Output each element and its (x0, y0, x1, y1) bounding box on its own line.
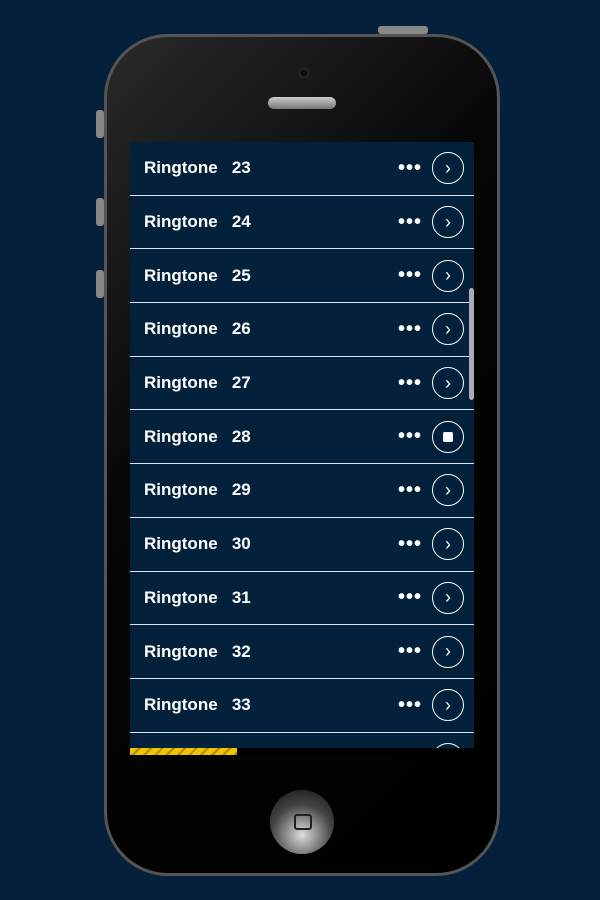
list-item[interactable]: ••• › (130, 732, 474, 748)
more-options-icon[interactable]: ••• (398, 586, 422, 609)
ringtone-name: Ringtone 24 (144, 212, 251, 232)
stop-icon (443, 431, 453, 442)
more-options-icon[interactable]: ••• (398, 264, 422, 287)
list-item[interactable]: Ringtone 29 ••• › (130, 464, 474, 518)
ringtone-name: Ringtone 27 (144, 373, 251, 393)
ringtone-name: Ringtone 33 (144, 695, 251, 715)
playback-progress (130, 748, 474, 755)
ringtone-name: Ringtone 28 (144, 426, 251, 446)
speaker (268, 97, 336, 109)
list-item[interactable]: Ringtone 33 ••• › (130, 678, 474, 733)
play-button[interactable]: › (432, 206, 464, 239)
chevron-right-icon: › (445, 641, 451, 662)
more-options-icon[interactable]: ••• (398, 318, 422, 341)
play-button[interactable]: › (432, 313, 464, 346)
chevron-right-icon: › (445, 372, 451, 393)
ringtone-name: Ringtone 26 (144, 319, 251, 339)
progress-fill (130, 748, 237, 755)
list-item[interactable]: Ringtone 31 ••• › (130, 571, 474, 626)
ringtone-name: Ringtone 31 (144, 587, 251, 607)
more-options-icon[interactable]: ••• (398, 640, 422, 663)
list-item[interactable]: Ringtone 32 ••• › (130, 625, 474, 679)
ringtone-name: Ringtone 29 (144, 480, 251, 500)
ringtone-name: Ringtone 25 (144, 265, 251, 285)
list-item[interactable]: Ringtone 28 ••• (130, 410, 474, 465)
more-options-icon[interactable]: ••• (398, 372, 422, 395)
mute-switch (96, 110, 104, 138)
volume-up-button (96, 198, 104, 226)
scrollbar[interactable] (469, 288, 474, 400)
list-item[interactable]: Ringtone 26 ••• › (130, 303, 474, 357)
more-options-icon[interactable]: ••• (398, 211, 422, 234)
chevron-right-icon: › (445, 533, 451, 554)
play-button[interactable]: › (432, 367, 464, 400)
play-button[interactable]: › (432, 152, 464, 185)
ringtone-name: Ringtone 30 (144, 534, 251, 554)
chevron-right-icon: › (445, 211, 451, 232)
chevron-right-icon: › (445, 265, 451, 286)
chevron-right-icon: › (445, 157, 451, 178)
more-options-icon[interactable]: ••• (398, 533, 422, 556)
chevron-right-icon: › (445, 479, 451, 500)
list-item[interactable]: Ringtone 24 ••• › (130, 195, 474, 250)
ringtone-name: Ringtone 32 (144, 641, 251, 661)
volume-down-button (96, 270, 104, 298)
play-button[interactable]: › (432, 689, 464, 722)
power-button (378, 26, 428, 34)
more-options-icon[interactable]: ••• (398, 157, 422, 180)
list-item[interactable]: Ringtone 23 ••• › (130, 142, 474, 196)
list-item[interactable]: Ringtone 30 ••• › (130, 517, 474, 572)
camera (299, 68, 309, 78)
home-square-icon (294, 814, 312, 830)
stop-button[interactable] (432, 420, 464, 453)
play-button[interactable]: › (432, 259, 464, 292)
play-button[interactable]: › (432, 635, 464, 668)
chevron-right-icon: › (445, 587, 451, 608)
ringtone-list: Ringtone 23 ••• › Ringtone 24 ••• › Ringto… (130, 142, 474, 748)
play-button[interactable]: › (432, 528, 464, 561)
play-button[interactable]: › (432, 581, 464, 614)
ringtone-name: Ringtone 23 (144, 158, 251, 178)
more-options-icon[interactable]: ••• (398, 425, 422, 448)
list-item[interactable]: Ringtone 25 ••• › (130, 249, 474, 304)
play-button[interactable]: › (432, 474, 464, 507)
more-options-icon[interactable]: ••• (398, 694, 422, 717)
chevron-right-icon: › (445, 694, 451, 715)
more-options-icon[interactable]: ••• (398, 479, 422, 502)
list-item[interactable]: Ringtone 27 ••• › (130, 356, 474, 411)
chevron-right-icon: › (445, 318, 451, 339)
